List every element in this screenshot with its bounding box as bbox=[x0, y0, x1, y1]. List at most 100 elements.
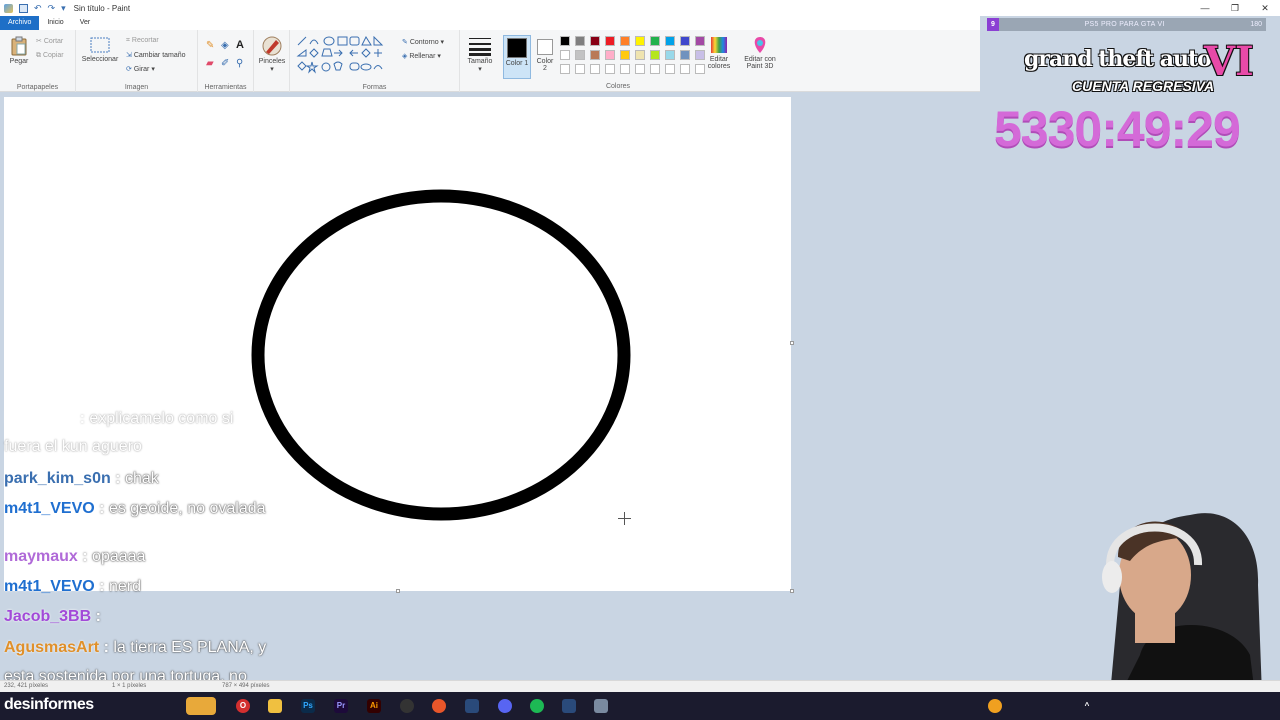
chat-username: maymaux bbox=[4, 548, 78, 565]
close-button[interactable]: ✕ bbox=[1250, 0, 1280, 16]
tray-expand-icon[interactable]: ^ bbox=[1080, 699, 1094, 713]
text-tool-icon[interactable]: A bbox=[236, 39, 244, 51]
chat-message: m4t1_VEVO : nerd bbox=[4, 578, 141, 596]
cursor-position: 232, 421 píxeles bbox=[4, 683, 49, 689]
redo-icon[interactable]: ↷ bbox=[48, 3, 56, 13]
paint-taskbar-icon[interactable] bbox=[594, 699, 608, 713]
color-swatch[interactable] bbox=[605, 36, 615, 46]
copy-button[interactable]: ⧉ Copiar bbox=[36, 52, 64, 60]
color-swatch[interactable] bbox=[620, 50, 630, 60]
custom-color-swatch[interactable] bbox=[635, 64, 645, 74]
color-swatch[interactable] bbox=[665, 50, 675, 60]
color-swatch[interactable] bbox=[665, 36, 675, 46]
size-label: Tamaño bbox=[467, 58, 493, 65]
clipboard-group: Pegar ✂ Cortar ⧉ Copiar Portapapeles bbox=[0, 30, 76, 92]
shapes-gallery[interactable] bbox=[296, 36, 392, 76]
firefox-icon[interactable] bbox=[432, 699, 446, 713]
resize-handle-right[interactable] bbox=[790, 341, 794, 345]
color-swatch[interactable] bbox=[635, 36, 645, 46]
color-swatch[interactable] bbox=[680, 50, 690, 60]
obs-icon[interactable] bbox=[400, 699, 414, 713]
folder-icon[interactable] bbox=[268, 699, 282, 713]
countdown-subtitle: CUENTA REGRESIVA bbox=[1072, 78, 1215, 94]
outline-icon: ✎ bbox=[402, 39, 410, 46]
chat-text: chak bbox=[124, 470, 159, 487]
chat-username: AgusmasArt bbox=[4, 639, 100, 656]
steam-icon[interactable] bbox=[465, 699, 479, 713]
color-swatch[interactable] bbox=[680, 36, 690, 46]
illustrator-icon[interactable]: Ai bbox=[367, 699, 381, 713]
color-swatch[interactable] bbox=[650, 50, 660, 60]
photoshop-icon[interactable]: Ps bbox=[301, 699, 315, 713]
chat-username: Jacob_3BB bbox=[4, 608, 92, 625]
rotate-button[interactable]: ⟳ Girar ▾ bbox=[126, 65, 155, 73]
pencil-icon[interactable]: ✎ bbox=[206, 40, 214, 51]
ps5-goal-count: 180 bbox=[1250, 21, 1262, 28]
edit-paint3d-button[interactable]: Editar con Paint 3D bbox=[740, 36, 780, 70]
fill-bucket-icon[interactable]: ◈ bbox=[221, 40, 229, 51]
color2-swatch bbox=[537, 39, 553, 55]
undo-icon[interactable]: ↶ bbox=[34, 3, 42, 13]
resize-handle-corner[interactable] bbox=[790, 589, 794, 593]
size-button[interactable]: Tamaño ▾ bbox=[464, 36, 496, 73]
save-icon[interactable] bbox=[19, 3, 28, 13]
resize-handle-bottom[interactable] bbox=[396, 589, 400, 593]
paste-button[interactable]: Pegar bbox=[4, 36, 34, 65]
color-swatch[interactable] bbox=[650, 36, 660, 46]
premiere-icon[interactable]: Pr bbox=[334, 699, 348, 713]
tab-home[interactable]: Inicio bbox=[39, 16, 71, 30]
chat-message: Jacob_3BB : bbox=[4, 608, 101, 626]
color-swatch[interactable] bbox=[590, 36, 600, 46]
cut-button[interactable]: ✂ Cortar bbox=[36, 37, 63, 45]
tab-file[interactable]: Archivo bbox=[0, 16, 40, 30]
tab-view[interactable]: Ver bbox=[72, 16, 99, 30]
color1-button[interactable]: Color 1 bbox=[503, 35, 531, 79]
color-swatch[interactable] bbox=[620, 36, 630, 46]
discord-icon[interactable] bbox=[498, 699, 512, 713]
status-bar: 232, 421 píxeles 1 × 1 píxeles 787 × 494… bbox=[0, 680, 1280, 692]
custom-color-swatch[interactable] bbox=[650, 64, 660, 74]
rotate-icon: ⟳ bbox=[126, 66, 134, 73]
brushes-button[interactable]: Pinceles ▾ bbox=[256, 36, 288, 73]
spotify-icon[interactable] bbox=[530, 699, 544, 713]
color-swatch[interactable] bbox=[605, 50, 615, 60]
color-swatch[interactable] bbox=[635, 50, 645, 60]
custom-color-swatch[interactable] bbox=[605, 64, 615, 74]
shapes-group-label: Formas bbox=[362, 84, 387, 91]
eraser-icon[interactable]: ▰ bbox=[206, 58, 214, 69]
copy-icon: ⧉ bbox=[36, 52, 43, 59]
tray-icon[interactable] bbox=[988, 699, 1002, 713]
chat-separator: : bbox=[99, 639, 114, 656]
custom-color-swatch[interactable] bbox=[575, 64, 585, 74]
custom-color-swatch[interactable] bbox=[620, 64, 630, 74]
color-swatch[interactable] bbox=[560, 36, 570, 46]
fill-button[interactable]: ◈ Rellenar ▾ bbox=[402, 52, 441, 60]
line-width-icon bbox=[469, 38, 491, 56]
color-swatch[interactable] bbox=[575, 50, 585, 60]
customize-toolbar-icon[interactable]: ▾ bbox=[61, 3, 66, 13]
opera-icon[interactable]: O bbox=[236, 699, 250, 713]
steam-icon-2[interactable] bbox=[562, 699, 576, 713]
outline-label: Contorno bbox=[409, 39, 439, 46]
custom-color-swatch[interactable] bbox=[560, 64, 570, 74]
color2-button[interactable]: Color 2 bbox=[534, 35, 556, 72]
edit-colors-button[interactable]: Editar colores bbox=[704, 36, 734, 70]
maximize-button[interactable]: ❐ bbox=[1220, 0, 1250, 16]
color-picker-icon[interactable]: ✐ bbox=[221, 58, 229, 69]
custom-color-swatch[interactable] bbox=[680, 64, 690, 74]
outline-button[interactable]: ✎ Contorno ▾ bbox=[402, 38, 444, 46]
select-button[interactable]: Seleccionar bbox=[80, 36, 120, 63]
color-swatch[interactable] bbox=[575, 36, 585, 46]
brushes-group: Pinceles ▾ bbox=[254, 30, 290, 92]
resize-button[interactable]: ⇲ Cambiar tamaño bbox=[126, 51, 186, 59]
color-swatch[interactable] bbox=[590, 50, 600, 60]
chat-message: park_kim_s0n : chak bbox=[4, 470, 159, 488]
ribbon: Pegar ✂ Cortar ⧉ Copiar Portapapeles Sel… bbox=[0, 30, 980, 92]
cut-label: Cortar bbox=[43, 38, 64, 45]
crop-button[interactable]: ⌗ Recortar bbox=[126, 37, 159, 45]
custom-color-swatch[interactable] bbox=[665, 64, 675, 74]
color-swatch[interactable] bbox=[560, 50, 570, 60]
magnifier-icon[interactable]: ⚲ bbox=[236, 58, 243, 69]
minimize-button[interactable]: — bbox=[1190, 0, 1220, 16]
custom-color-swatch[interactable] bbox=[590, 64, 600, 74]
